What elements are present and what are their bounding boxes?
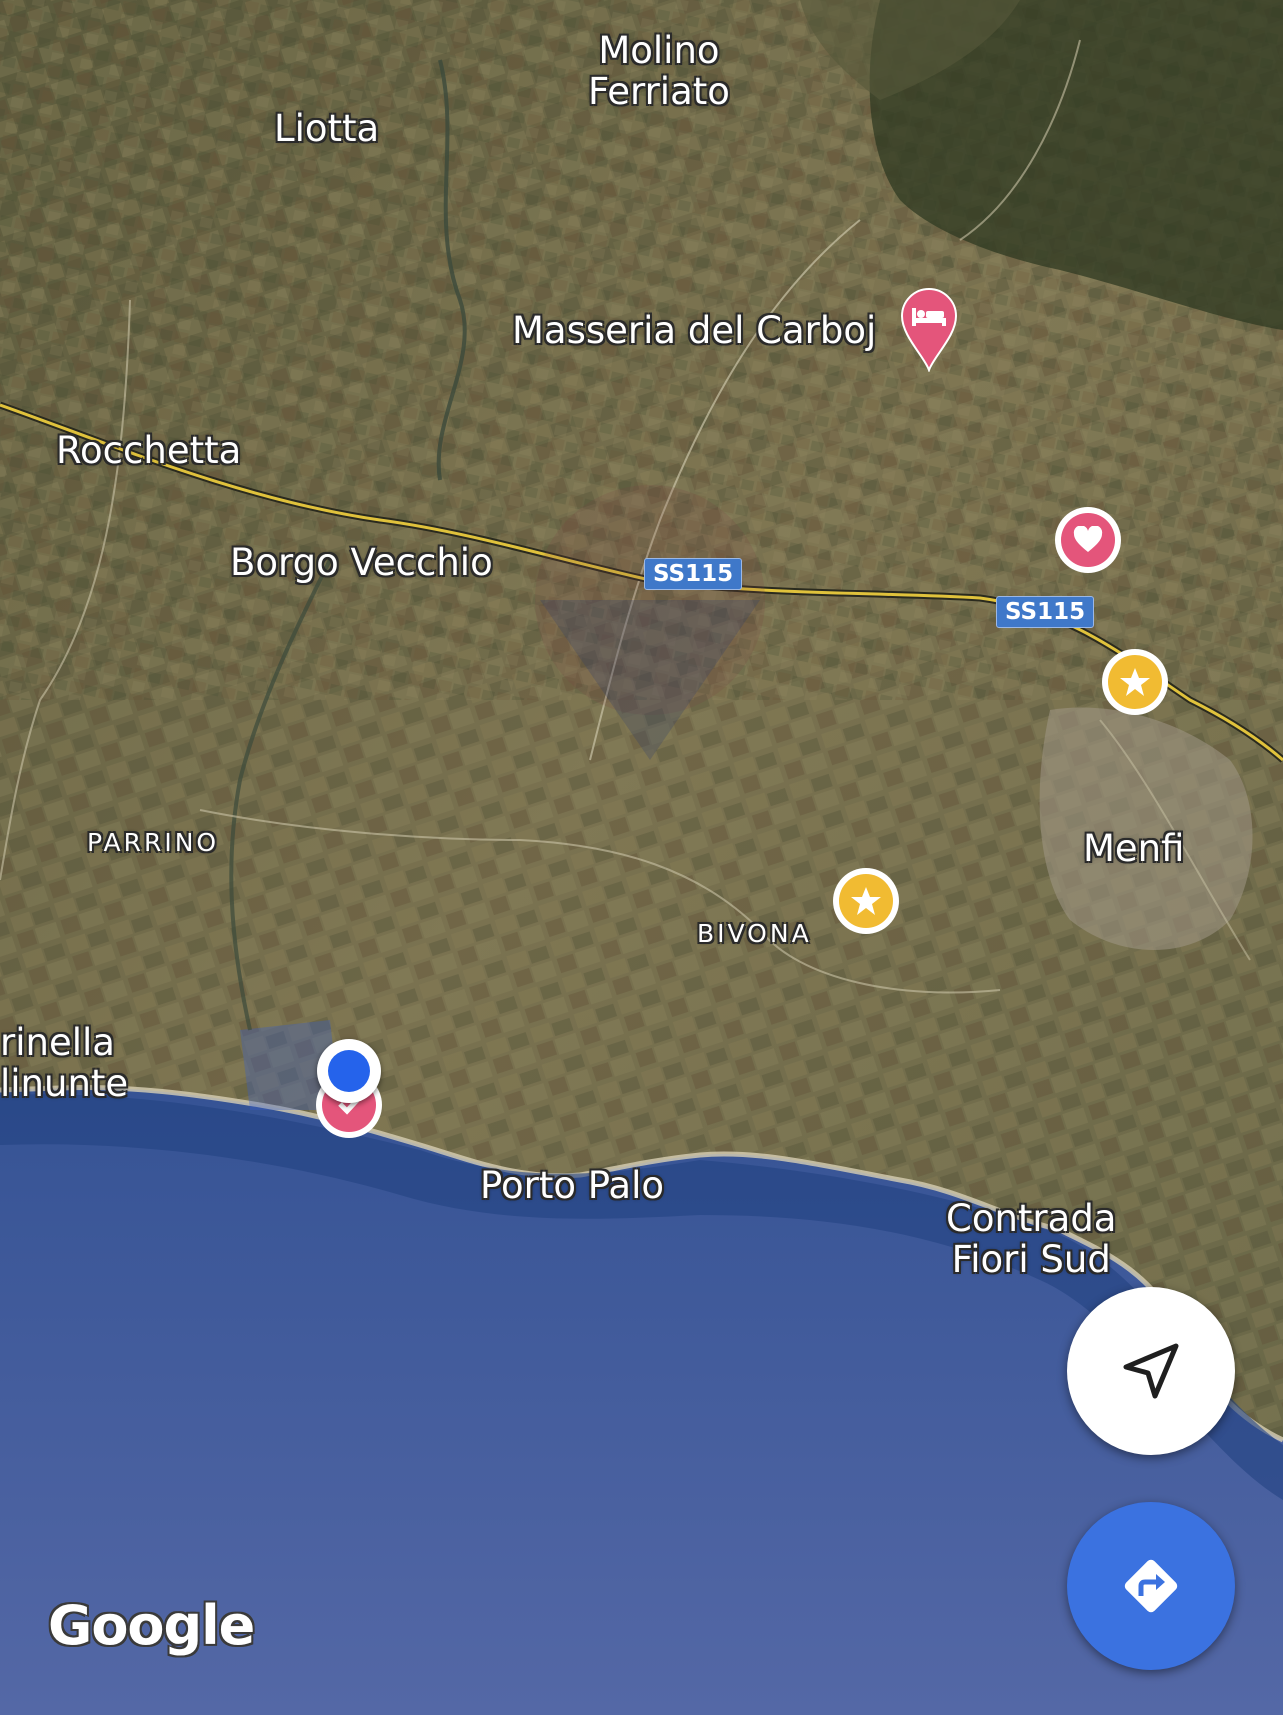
place-label-masseria[interactable]: Masseria del Carboj xyxy=(512,310,876,352)
hotel-pin[interactable] xyxy=(898,286,960,373)
directions-icon xyxy=(1124,1559,1178,1613)
place-label-borgo-vecchio[interactable]: Borgo Vecchio xyxy=(230,542,493,584)
place-label-porto-palo[interactable]: Porto Palo xyxy=(480,1165,664,1207)
current-location-marker[interactable] xyxy=(317,1039,381,1103)
place-label-ferriato: Ferriato xyxy=(588,70,730,114)
place-label-liotta[interactable]: Liotta xyxy=(274,108,379,150)
place-label-selinunte: linunte xyxy=(0,1062,129,1106)
navigation-arrow-icon xyxy=(1123,1343,1179,1399)
star-icon xyxy=(839,874,893,928)
my-location-button[interactable] xyxy=(1067,1287,1235,1455)
place-label-fiori-sud: Fiori Sud xyxy=(951,1238,1111,1282)
google-logo: Google xyxy=(48,1594,255,1657)
place-label-bivona[interactable]: BIVONA xyxy=(697,920,812,948)
place-label-rocchetta[interactable]: Rocchetta xyxy=(56,430,241,472)
place-label-contrada: Contrada xyxy=(946,1197,1117,1240)
road-shield-ss115: SS115 xyxy=(996,596,1095,628)
favorite-marker[interactable] xyxy=(1055,507,1121,573)
starred-place-marker[interactable] xyxy=(1102,649,1168,715)
place-label-menfi[interactable]: Menfi xyxy=(1083,828,1184,870)
directions-button[interactable] xyxy=(1067,1502,1235,1670)
place-label-contrada-fiori-sud[interactable]: Contrada Fiori Sud xyxy=(946,1198,1116,1281)
place-label-marinella: rinella xyxy=(0,1021,115,1064)
location-dot-icon xyxy=(328,1050,370,1092)
starred-place-marker[interactable] xyxy=(833,868,899,934)
place-label-molino: Molino xyxy=(598,29,720,72)
road-shield-ss115: SS115 xyxy=(644,558,743,590)
star-icon xyxy=(1108,655,1162,709)
place-label-molino-ferriato[interactable]: Molino Ferriato xyxy=(588,30,730,113)
heart-icon xyxy=(1061,513,1115,567)
map-view[interactable]: Molino Ferriato Liotta Masseria del Carb… xyxy=(0,0,1283,1715)
place-label-marinella-selinunte[interactable]: rinella linunte xyxy=(0,1022,128,1105)
place-label-parrino[interactable]: PARRINO xyxy=(87,829,219,857)
hotel-bed-icon xyxy=(900,288,958,373)
